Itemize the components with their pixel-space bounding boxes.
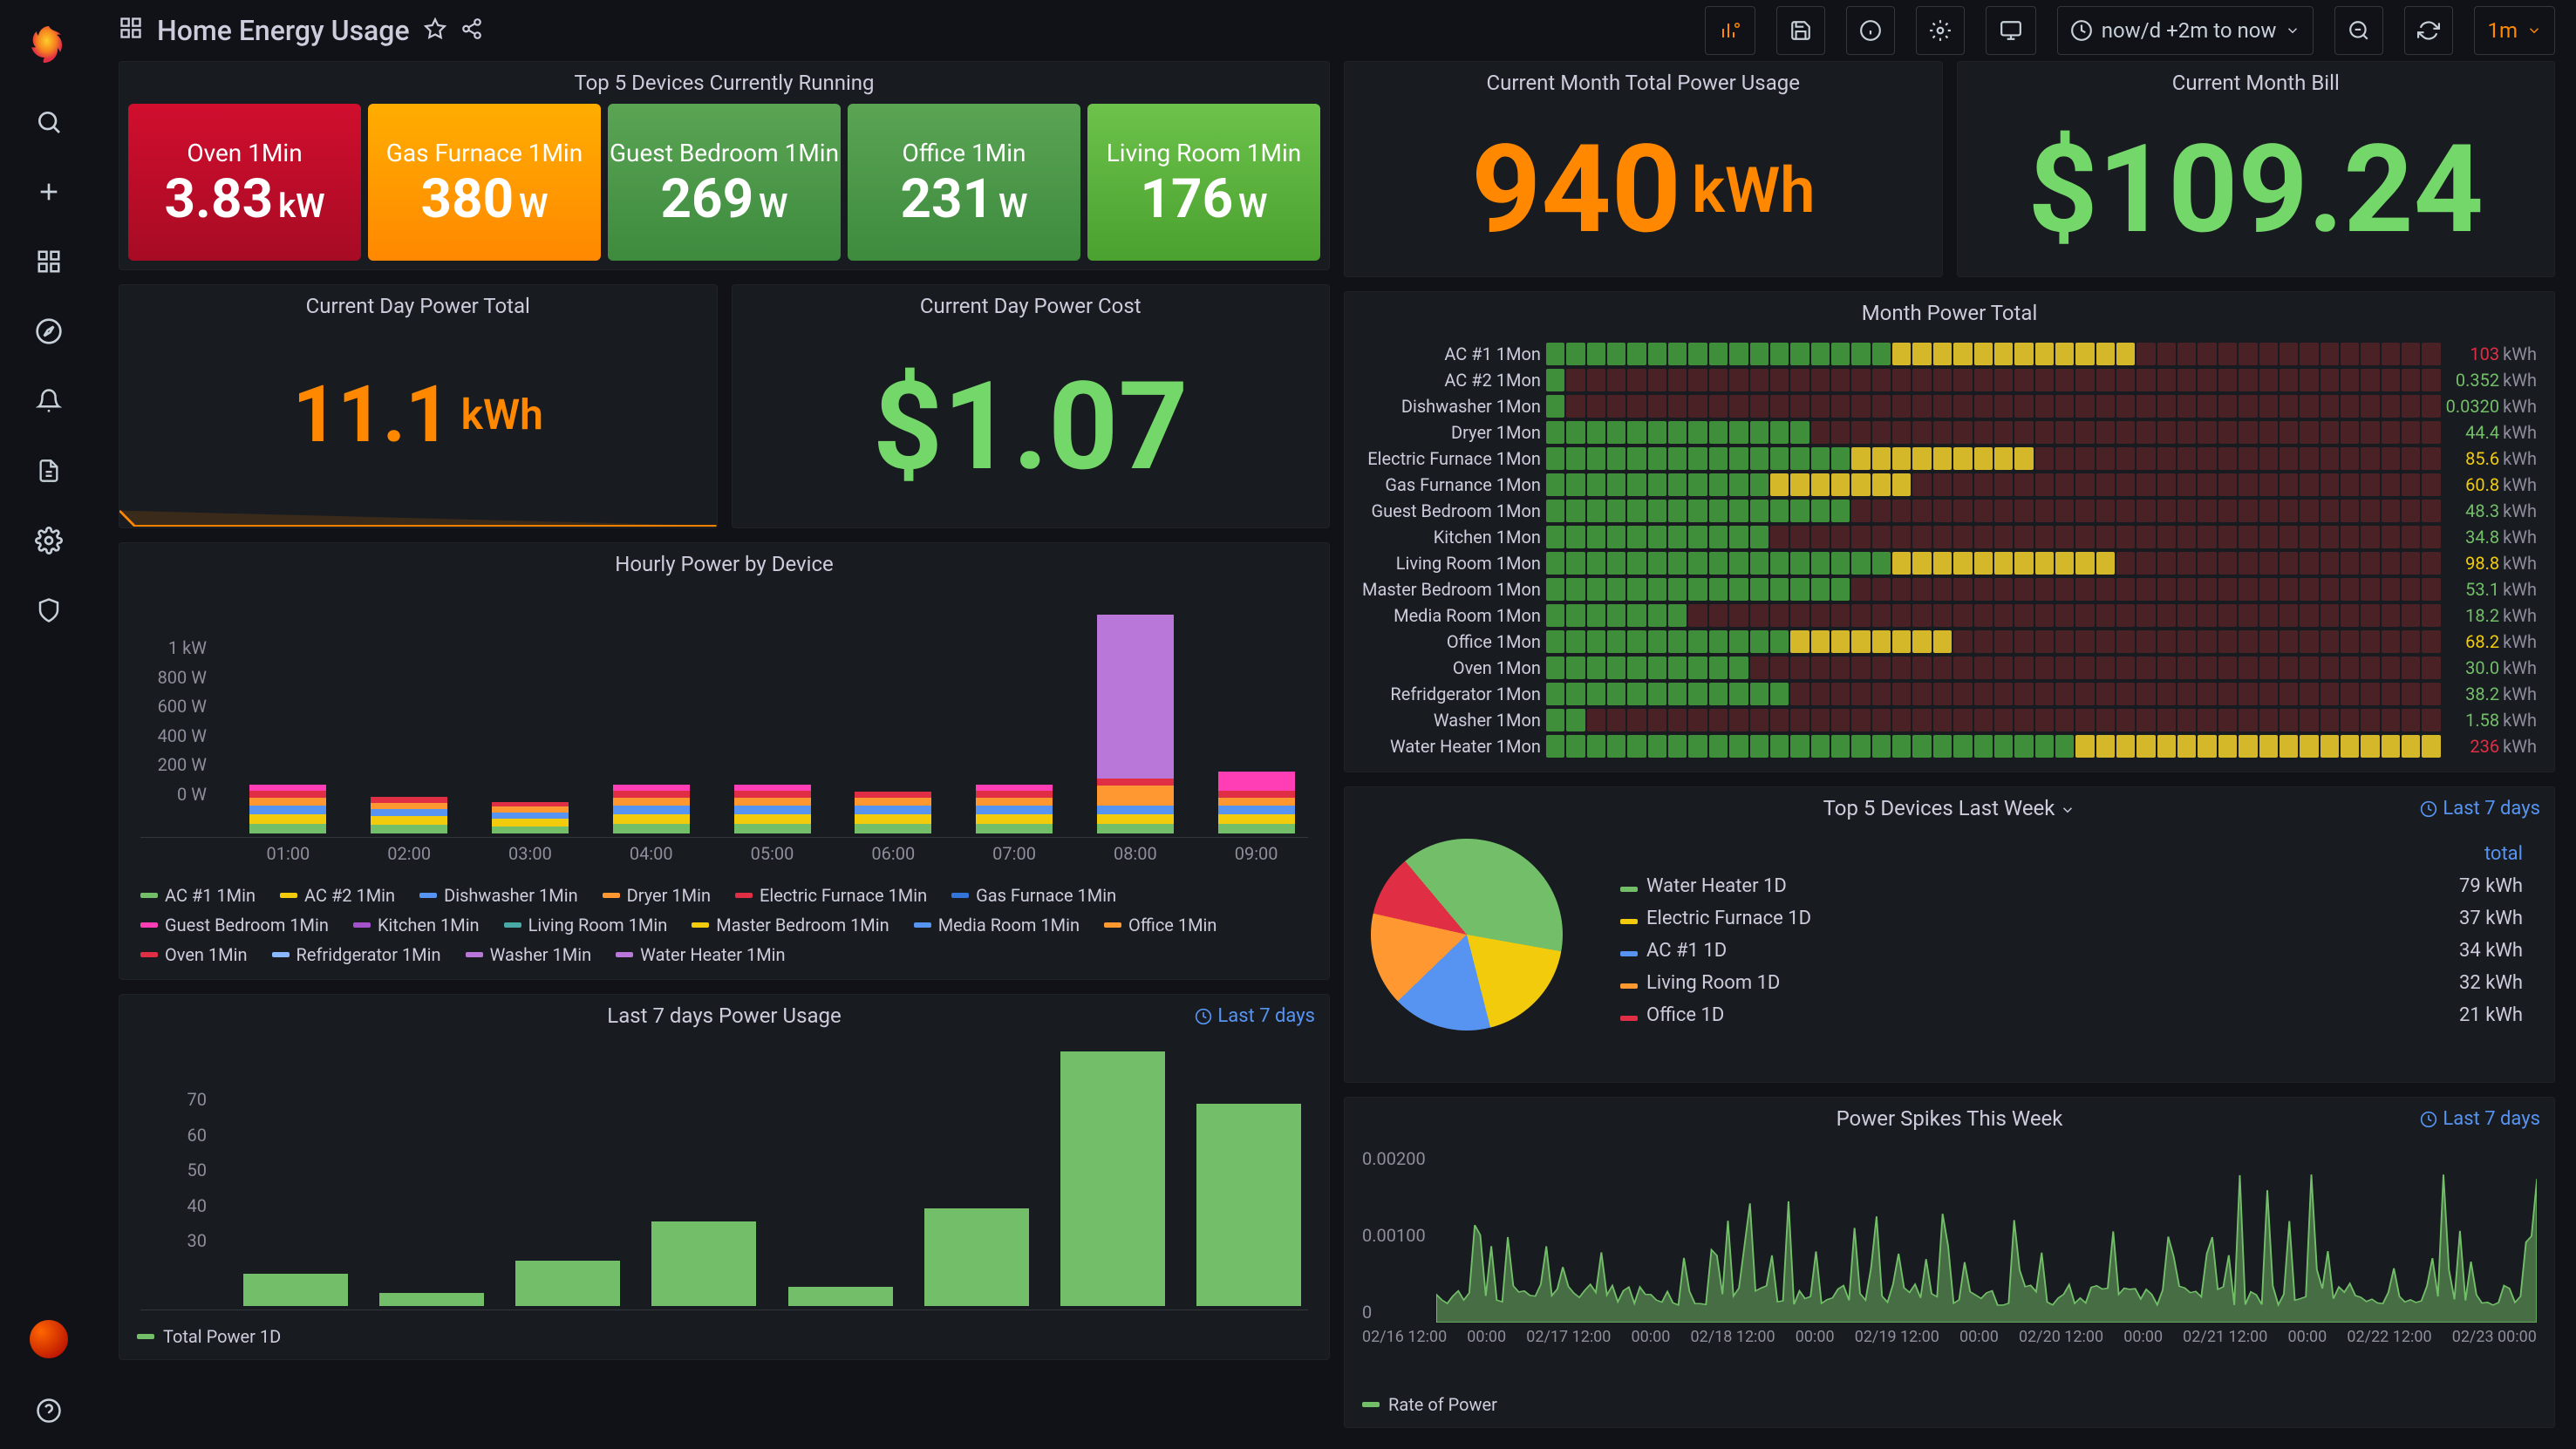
share-icon[interactable] <box>460 14 483 47</box>
page-title: Home Energy Usage <box>157 14 410 47</box>
pie-chart <box>1371 839 1563 1031</box>
nav-rail <box>0 0 98 1449</box>
legend-row: Living Room 1D32 kWh <box>1615 967 2528 999</box>
chevron-down-icon[interactable] <box>2060 802 2075 818</box>
panel-title: Power Spikes This Week <box>1345 1098 2554 1139</box>
help-icon[interactable] <box>31 1393 66 1428</box>
device-tile[interactable]: Office 1Min231W <box>848 104 1080 261</box>
panel-title: Top 5 Devices Currently Running <box>119 62 1329 104</box>
legend-row: AC #1 1D34 kWh <box>1615 935 2528 967</box>
save-button[interactable] <box>1776 6 1825 55</box>
panel-spikes[interactable]: Power Spikes This Week Last 7 days 0.002… <box>1344 1097 2555 1428</box>
breadcrumb: Home Energy Usage <box>119 14 483 47</box>
x-axis: 02/16 12:0000:0002/17 12:0000:0002/18 12… <box>1362 1323 2537 1351</box>
dashboards-icon[interactable] <box>31 244 66 279</box>
device-tile[interactable]: Gas Furnace 1Min380W <box>368 104 601 261</box>
legend-row: Water Heater 1D79 kWh <box>1615 870 2528 902</box>
device-tile[interactable]: Living Room 1Min176W <box>1087 104 1320 261</box>
legend: Rate of Power <box>1345 1389 2554 1427</box>
panel-title: Top 5 Devices Last Week <box>1345 787 2554 829</box>
row-values: 103kWh0.352kWh0.0320kWh44.4kWh85.6kWh60.… <box>2446 343 2537 758</box>
panel-title: Current Day Power Cost <box>733 285 1330 327</box>
legend-table: total Water Heater 1D79 kWhElectric Furn… <box>1615 838 2528 1031</box>
add-panel-button[interactable] <box>1705 6 1755 55</box>
y-axis: 7060504030 <box>137 1089 207 1251</box>
alert-icon[interactable] <box>31 384 66 418</box>
chevron-down-icon <box>2526 23 2542 38</box>
zoom-out-button[interactable] <box>2334 6 2383 55</box>
y-axis: 0.002000.001000 <box>1362 1148 1426 1323</box>
panel-last7[interactable]: Last 7 days Power Usage Last 7 days 7060… <box>119 994 1330 1360</box>
stat-value: 940kWh <box>1345 104 1942 276</box>
panel-title: Month Power Total <box>1345 292 2554 334</box>
panel-title: Last 7 days Power Usage <box>119 995 1329 1037</box>
gear-icon[interactable] <box>31 523 66 558</box>
bars <box>140 1045 1308 1310</box>
panel-title: Current Month Bill <box>1958 62 2555 104</box>
device-tile[interactable]: Guest Bedroom 1Min269W <box>608 104 841 261</box>
heatmap <box>1546 343 2441 758</box>
monitor-icon[interactable] <box>1986 6 2036 55</box>
star-icon[interactable] <box>424 14 446 47</box>
legend: AC #1 1MinAC #2 1MinDishwasher 1MinDryer… <box>119 874 1329 979</box>
stat-value: $109.24 <box>1958 104 2555 276</box>
refresh-interval-label: 1m <box>2487 18 2518 43</box>
time-range-link[interactable]: Last 7 days <box>2420 1108 2540 1130</box>
settings-button[interactable] <box>1916 6 1965 55</box>
panel-day-total[interactable]: Current Day Power Total 11.1kWh <box>119 284 718 528</box>
panel-pie[interactable]: Top 5 Devices Last Week Last 7 days tota… <box>1344 786 2555 1083</box>
panel-month-heat[interactable]: Month Power Total AC #1 1MonAC #2 1MonDi… <box>1344 291 2555 772</box>
panel-day-cost[interactable]: Current Day Power Cost $1.07 <box>732 284 1331 528</box>
refresh-interval-picker[interactable]: 1m <box>2474 6 2555 55</box>
search-icon[interactable] <box>31 105 66 139</box>
panel-hourly[interactable]: Hourly Power by Device 1 kW800 W600 W400… <box>119 542 1330 980</box>
file-icon[interactable] <box>31 453 66 488</box>
panel-title: Current Month Total Power Usage <box>1345 62 1942 104</box>
tile-row: Oven 1Min3.83kWGas Furnace 1Min380WGuest… <box>119 104 1329 269</box>
stat-value: $1.07 <box>733 327 1330 527</box>
panel-title: Hourly Power by Device <box>119 543 1329 585</box>
device-tile[interactable]: Oven 1Min3.83kW <box>128 104 361 261</box>
time-range-link[interactable]: Last 7 days <box>1195 1005 1315 1027</box>
time-range-label: now/d +2m to now <box>2102 18 2277 43</box>
grafana-logo[interactable] <box>24 21 73 70</box>
time-range-picker[interactable]: now/d +2m to now <box>2057 6 2314 55</box>
legend-row: Electric Furnace 1D37 kWh <box>1615 902 2528 935</box>
dashboards-icon[interactable] <box>119 14 143 47</box>
legend-row: Office 1D21 kWh <box>1615 999 2528 1031</box>
row-labels: AC #1 1MonAC #2 1MonDishwasher 1MonDryer… <box>1362 343 1541 758</box>
sparkline <box>119 501 717 527</box>
panel-month-total[interactable]: Current Month Total Power Usage 940kWh <box>1344 61 1943 277</box>
topbar: Home Energy Usage now/d +2m to now 1m <box>98 0 2576 61</box>
explore-icon[interactable] <box>31 314 66 349</box>
time-range-link[interactable]: Last 7 days <box>2420 798 2540 820</box>
stat-value: 11.1kWh <box>119 327 717 501</box>
avatar[interactable] <box>30 1320 68 1358</box>
panel-top5[interactable]: Top 5 Devices Currently Running Oven 1Mi… <box>119 61 1330 270</box>
panel-month-bill[interactable]: Current Month Bill $109.24 <box>1957 61 2556 277</box>
area-chart <box>1436 1148 2537 1323</box>
plus-icon[interactable] <box>31 174 66 209</box>
shield-icon[interactable] <box>31 593 66 628</box>
x-axis: 01:0002:0003:0004:0005:0006:0007:0008:00… <box>140 843 1308 864</box>
refresh-button[interactable] <box>2404 6 2453 55</box>
panel-title: Current Day Power Total <box>119 285 717 327</box>
bars <box>140 594 1308 838</box>
legend: Total Power 1D <box>119 1321 1329 1359</box>
chevron-down-icon <box>2285 23 2300 38</box>
info-icon[interactable] <box>1846 6 1895 55</box>
y-axis: 1 kW800 W600 W400 W200 W0 W <box>137 637 207 805</box>
